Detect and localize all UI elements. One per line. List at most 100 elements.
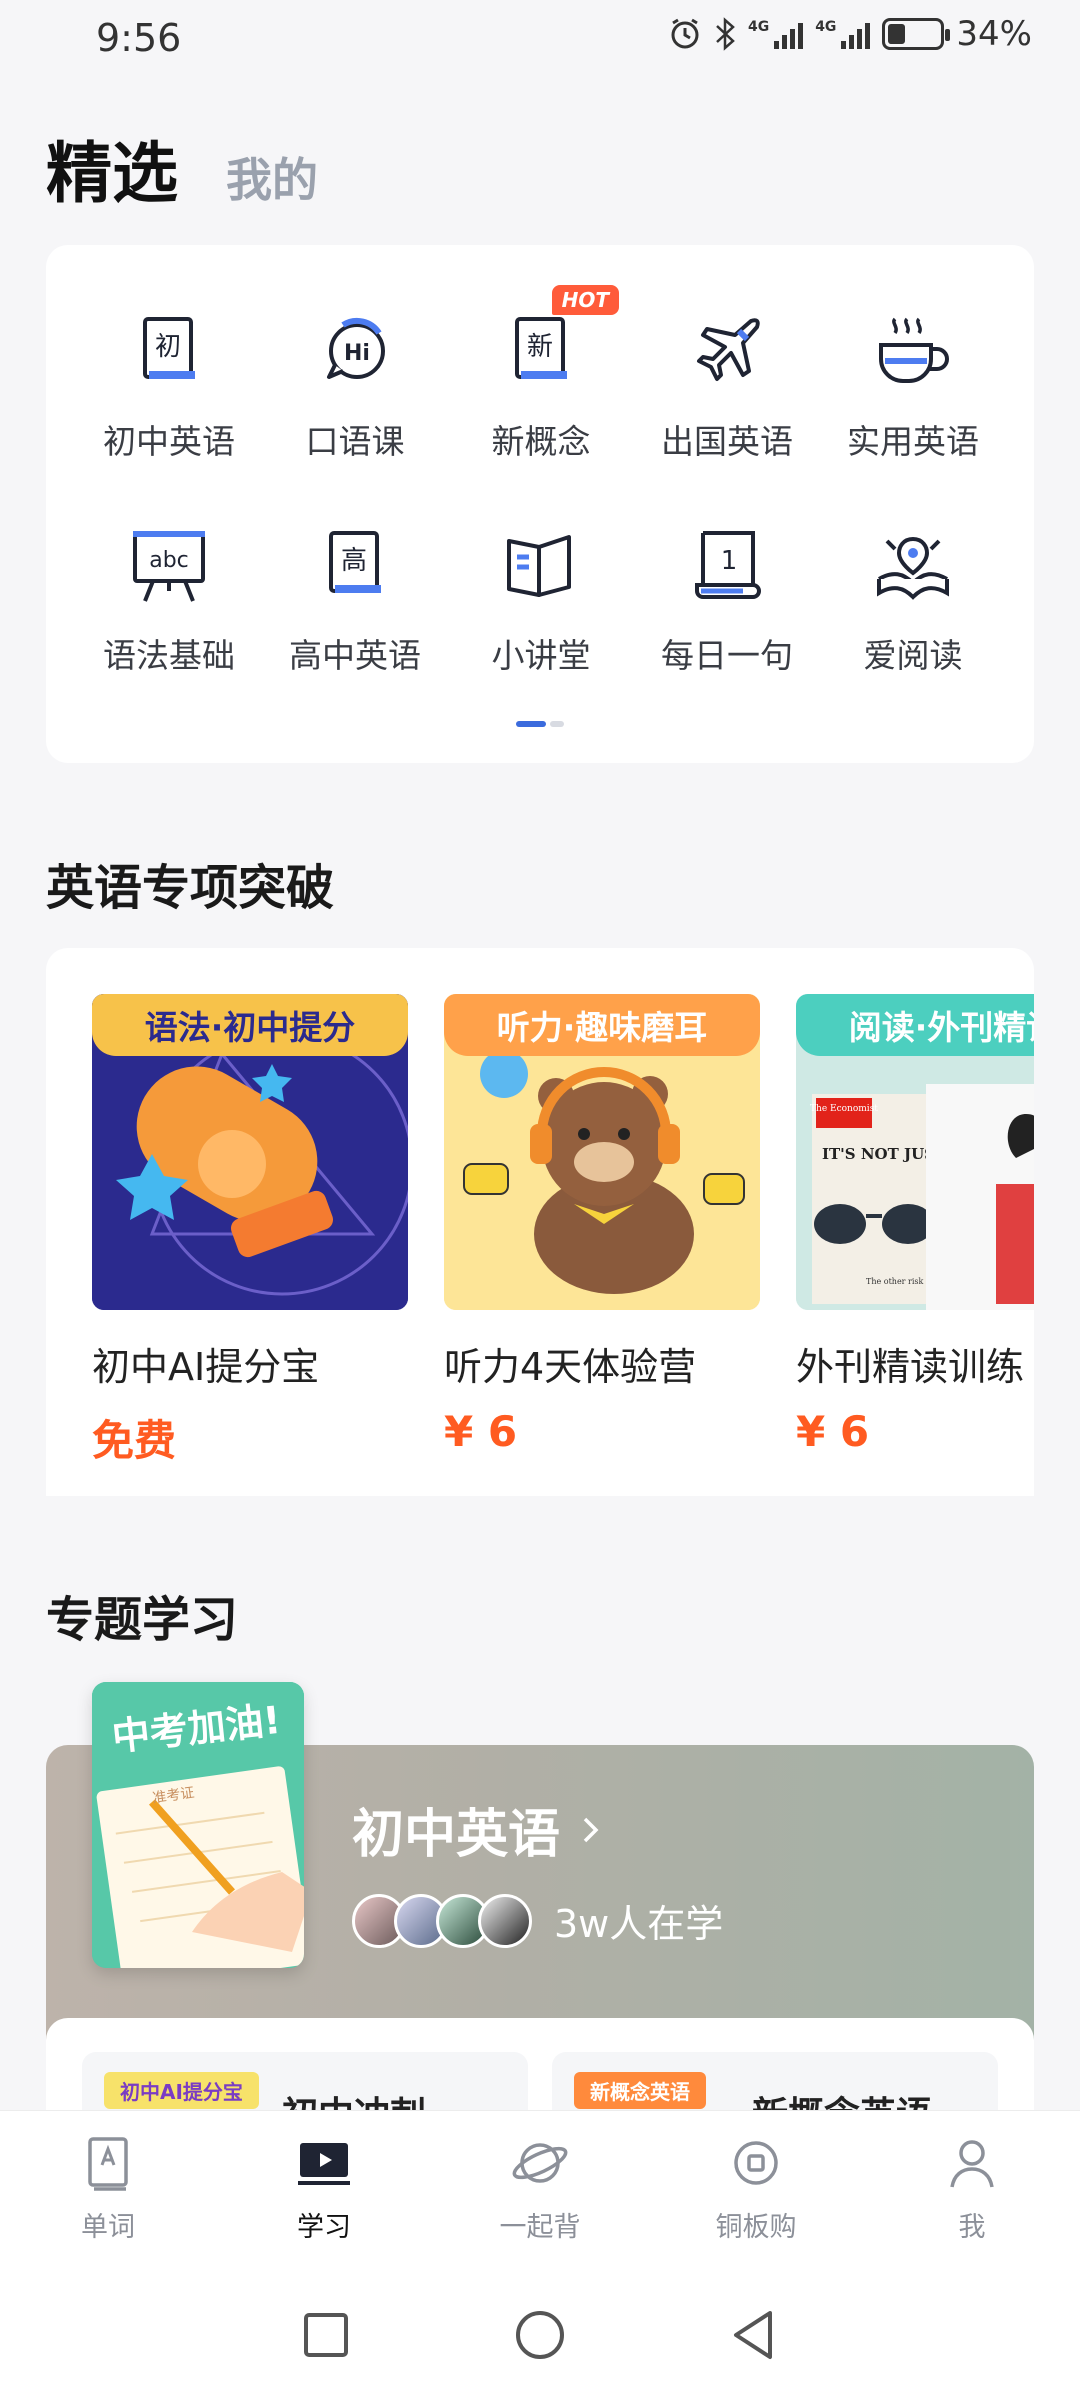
- topic-title-text: 初中英语: [352, 1805, 561, 1865]
- system-nav-bar: [0, 2270, 1080, 2400]
- chevron-right-icon: [583, 1817, 599, 1842]
- category-label: 每日一句: [661, 636, 793, 675]
- signal-icon-2: 4G: [815, 19, 871, 49]
- tab-featured[interactable]: 精选: [46, 120, 178, 216]
- sub-card-tag: 新概念英语: [574, 2072, 706, 2109]
- tab-mine[interactable]: 我的: [226, 144, 318, 210]
- course-carousel[interactable]: 语法·初中提分 初中AI提分宝 免费 听力·趣味磨耳 听力4天体验营 ¥ 6 T…: [46, 948, 1034, 1496]
- course-price: ¥ 6: [444, 1407, 518, 1456]
- topic-title[interactable]: 初中英语: [352, 1792, 602, 1867]
- svg-text:Hi: Hi: [344, 341, 370, 366]
- book-chu-icon: 初: [123, 305, 215, 397]
- svg-text:The Economist: The Economist: [810, 1104, 878, 1114]
- nav-item-words[interactable]: 单词: [0, 2111, 216, 2270]
- planet-icon: [512, 2143, 568, 2183]
- course-title: 听力4天体验营: [444, 1345, 697, 1389]
- learners-count: 3w人在学: [554, 1902, 724, 1946]
- book-gao-icon: 高: [309, 519, 401, 611]
- nav-label: 单词: [81, 2212, 135, 2243]
- status-bar: 9:56 4G 4G 34%: [0, 0, 1080, 80]
- category-speaking[interactable]: Hi 口语课: [262, 305, 448, 463]
- category-practical-english[interactable]: 实用英语: [820, 305, 1006, 463]
- category-daily-sentence[interactable]: 1 每日一句: [634, 519, 820, 677]
- reading-book-icon: [867, 519, 959, 611]
- avatar: [478, 1893, 532, 1948]
- course-ribbon: 听力·趣味磨耳: [444, 994, 760, 1056]
- category-junior-english[interactable]: 初 初中英语: [76, 305, 262, 463]
- course-title: 初中AI提分宝: [92, 1345, 320, 1389]
- calendar-one-icon: 1: [681, 519, 773, 611]
- alarm-icon: [671, 18, 699, 49]
- battery-percent: 34%: [956, 14, 1032, 54]
- category-label: 小讲堂: [491, 636, 591, 675]
- coffee-cup-icon: [867, 305, 959, 397]
- category-label: 实用英语: [847, 422, 979, 461]
- hot-badge: HOT: [551, 285, 619, 315]
- course-card-grammar[interactable]: 语法·初中提分 初中AI提分宝 免费: [92, 994, 408, 1468]
- abc-board-icon: abc: [123, 519, 215, 611]
- nav-item-recite-together[interactable]: 一起背: [432, 2111, 648, 2270]
- svg-text:高: 高: [341, 546, 367, 576]
- category-label: 语法基础: [103, 636, 235, 675]
- category-new-concept[interactable]: 新 HOT 新概念: [448, 285, 634, 463]
- bottom-nav: 单词 学习 一起背 铜板购 我: [0, 2110, 1080, 2270]
- course-title: 外刊精读训练: [796, 1345, 1025, 1389]
- course-price: 免费: [92, 1416, 177, 1465]
- signal-icon-1: 4G: [748, 19, 804, 49]
- open-book-icon: [495, 519, 587, 611]
- nav-item-me[interactable]: 我: [864, 2111, 1080, 2270]
- category-love-reading[interactable]: 爱阅读: [820, 519, 1006, 677]
- coin-icon: [734, 2141, 778, 2185]
- category-label: 爱阅读: [863, 636, 963, 675]
- video-play-icon: [298, 2143, 350, 2185]
- course-card-listening[interactable]: 听力·趣味磨耳 听力4天体验营 ¥ 6: [444, 994, 760, 1456]
- category-card: 初 初中英语 Hi 口语课 新 HOT 新概念 出国英语 实用英语 abc 语法…: [46, 245, 1034, 763]
- word-card-icon: [88, 2137, 128, 2191]
- back-triangle-icon[interactable]: [722, 2303, 786, 2367]
- course-price: ¥ 6: [796, 1407, 870, 1456]
- book-xin-icon: 新 HOT: [495, 285, 619, 397]
- recents-square-icon[interactable]: [294, 2303, 358, 2367]
- nav-label: 学习: [297, 2212, 351, 2243]
- nav-item-study[interactable]: 学习: [216, 2111, 432, 2270]
- svg-text:1: 1: [721, 546, 738, 576]
- battery-icon: [882, 18, 951, 50]
- topic-cover-image[interactable]: 中考加油! 准考证: [92, 1682, 304, 1968]
- bluetooth-icon: [716, 17, 735, 51]
- home-circle-icon[interactable]: [508, 2303, 572, 2367]
- airplane-icon: [681, 305, 773, 397]
- svg-text:新: 新: [527, 332, 553, 362]
- category-label: 口语课: [305, 422, 405, 461]
- nav-label: 我: [958, 2212, 986, 2243]
- course-card-reading[interactable]: The Economist IT'S NOT JUST IN The other…: [796, 994, 1034, 1456]
- sub-card-tag: 初中AI提分宝: [104, 2072, 259, 2109]
- topic-learners: 3w人在学: [352, 1893, 723, 1948]
- course-image-listening: 听力·趣味磨耳: [444, 994, 760, 1310]
- nav-label: 一起背: [499, 2212, 581, 2243]
- category-grammar[interactable]: abc 语法基础: [76, 519, 262, 677]
- category-mini-lecture[interactable]: 小讲堂: [448, 519, 634, 677]
- course-image-reading: The Economist IT'S NOT JUST IN The other…: [796, 994, 1034, 1310]
- category-label: 高中英语: [289, 636, 421, 675]
- category-senior-english[interactable]: 高 高中英语: [262, 519, 448, 677]
- course-ribbon: 语法·初中提分: [92, 994, 408, 1056]
- status-time: 9:56: [96, 16, 182, 60]
- nav-item-coin-shop[interactable]: 铜板购: [648, 2111, 864, 2270]
- speech-hi-icon: Hi: [309, 305, 401, 397]
- category-study-abroad[interactable]: 出国英语: [634, 305, 820, 463]
- course-ribbon: 阅读·外刊精读: [796, 994, 1034, 1056]
- svg-text:初: 初: [155, 332, 181, 362]
- section-title-special: 英语专项突破: [46, 860, 335, 916]
- nav-label: 铜板购: [715, 2212, 797, 2243]
- status-icons: 4G 4G 34%: [668, 14, 1032, 54]
- category-label: 新概念: [491, 422, 591, 461]
- svg-text:abc: abc: [149, 548, 189, 573]
- top-tabs: 精选 我的: [46, 120, 318, 216]
- section-title-topic: 专题学习: [46, 1592, 239, 1648]
- course-image-grammar: 语法·初中提分: [92, 994, 408, 1310]
- category-label: 出国英语: [661, 422, 793, 461]
- topic-sub-panel: 初中AI提分宝 初中冲刺 新概念英语 新概念英语: [46, 2018, 1034, 2132]
- person-icon: [950, 2140, 994, 2188]
- page-indicator: [516, 721, 564, 727]
- category-grid: 初 初中英语 Hi 口语课 新 HOT 新概念 出国英语 实用英语 abc 语法…: [76, 285, 1006, 677]
